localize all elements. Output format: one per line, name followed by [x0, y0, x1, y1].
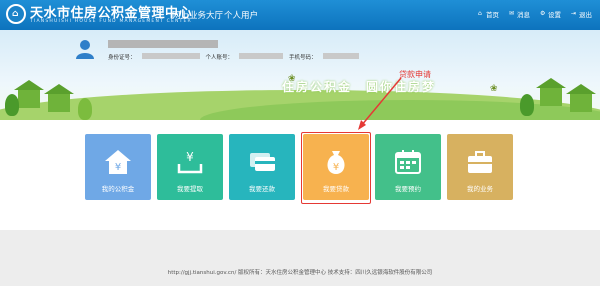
withdraw-icon: ¥	[177, 150, 203, 174]
account-label: 个人账号：	[205, 55, 234, 61]
calendar-icon	[395, 150, 421, 174]
yuan-house-icon: ¥	[105, 150, 131, 174]
home-icon: ⌂	[478, 10, 482, 17]
logout-icon: ⇥	[571, 10, 577, 17]
id-number-label: 身份证号：	[108, 55, 136, 61]
svg-text:¥: ¥	[186, 150, 194, 164]
id-number-value	[141, 53, 200, 59]
nav-settings[interactable]: ⚙ 设置	[540, 9, 561, 20]
briefcase-icon	[468, 151, 492, 173]
mail-icon: ✉	[509, 10, 515, 17]
phone-label: 手机号码：	[289, 55, 317, 61]
svg-text:¥: ¥	[115, 162, 121, 173]
nav-logout[interactable]: ⇥ 退出	[571, 9, 592, 20]
callout-arrow-icon	[358, 77, 402, 130]
footer-copyright: http://gjj.tianshui.gov.cn/ 版权所有：天水住房公积金…	[167, 270, 433, 276]
site-subtitle: TIANSHUISHI HOUSE FUND MANAGEMENT CENTER	[30, 19, 192, 24]
loan-highlight-box	[301, 132, 371, 204]
logo-icon: ⌂	[6, 4, 26, 24]
tile-appointment[interactable]: 我要预约	[375, 134, 441, 200]
tile-my-fund[interactable]: ¥ 我的公积金	[85, 134, 151, 200]
user-name	[108, 40, 218, 48]
phone-value	[322, 53, 359, 59]
loan-callout-label: 贷款申请	[399, 70, 431, 79]
nav-online-hall[interactable]: 网上业务大厅	[172, 9, 223, 21]
header-right-nav: ⌂ 首页 ✉ 消息 ⚙ 设置 ⇥ 退出	[478, 9, 592, 20]
butterfly-icon: ❀	[490, 84, 498, 94]
user-info: 身份证号： 个人账号： 手机号码：	[108, 53, 359, 61]
top-header: ⌂ 天水市住房公积金管理中心 TIANSHUISHI HOUSE FUND MA…	[0, 0, 600, 30]
account-value	[239, 53, 284, 59]
nav-messages[interactable]: ✉ 消息	[509, 9, 530, 20]
tile-withdraw[interactable]: ¥ 我要提取	[157, 134, 223, 200]
gear-icon: ⚙	[540, 10, 546, 17]
nav-personal-user[interactable]: 个人用户	[224, 9, 258, 21]
tile-repay[interactable]: 我要还款	[229, 134, 295, 200]
tile-my-business[interactable]: 我的业务	[447, 134, 513, 200]
card-icon	[250, 153, 275, 171]
nav-home[interactable]: ⌂ 首页	[478, 9, 499, 20]
avatar-icon	[76, 40, 94, 59]
